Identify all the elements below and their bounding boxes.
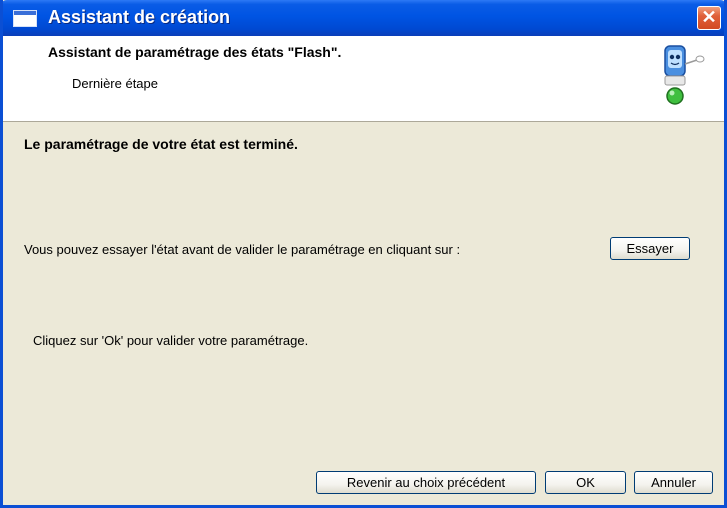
ok-button[interactable]: OK [545, 471, 626, 494]
header-subtitle: Dernière étape [72, 76, 158, 91]
assistant-mascot-icon [664, 45, 705, 105]
test-button[interactable]: Essayer [610, 237, 690, 260]
back-button[interactable]: Revenir au choix précédent [316, 471, 536, 494]
window-icon [13, 10, 37, 27]
mascot-eye-right [675, 54, 681, 60]
mascot-eye-left [669, 54, 675, 60]
validate-hint-text: Cliquez sur 'Ok' pour valider votre para… [33, 333, 309, 348]
mascot-screen [668, 50, 682, 68]
mascot-hand [695, 55, 705, 63]
close-button[interactable]: ✕ [697, 6, 721, 30]
header-title: Assistant de paramétrage des états "Flas… [48, 44, 342, 60]
mascot-green-light-shine [669, 90, 675, 96]
cancel-button[interactable]: Annuler [634, 471, 713, 494]
title-bar[interactable]: Assistant de création ✕ [3, 0, 724, 36]
mascot-base [664, 75, 686, 86]
mascot-arm [684, 59, 698, 65]
window-title: Assistant de création [48, 7, 231, 27]
completion-heading: Le paramétrage de votre état est terminé… [24, 136, 298, 152]
test-prompt-text: Vous pouvez essayer l'état avant de vali… [24, 242, 461, 257]
mascot-green-light [666, 87, 684, 105]
